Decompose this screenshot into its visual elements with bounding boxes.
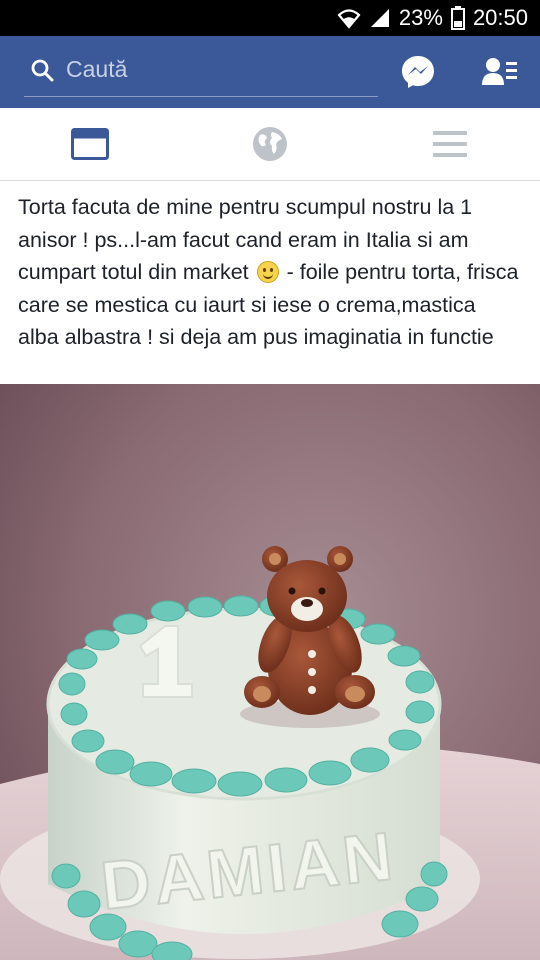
tab-menu[interactable] xyxy=(360,108,540,180)
news-feed-icon xyxy=(71,128,109,160)
friend-requests-button[interactable] xyxy=(482,56,518,88)
search-bar[interactable]: Caută xyxy=(24,46,378,97)
cake-photo: 1 DAMIAN xyxy=(0,384,540,960)
status-bar: 23% 20:50 xyxy=(0,0,540,36)
signal-icon xyxy=(370,9,389,27)
post-photo[interactable]: 1 DAMIAN xyxy=(0,384,540,960)
post-body: Torta facuta de mine pentru scumpul nost… xyxy=(0,181,540,384)
messenger-icon xyxy=(402,56,434,88)
facebook-header: Caută xyxy=(0,36,540,108)
smiley-emoji-icon xyxy=(256,261,279,283)
wifi-icon xyxy=(337,9,361,29)
hamburger-menu-icon xyxy=(433,131,467,157)
battery-percent: 23% xyxy=(398,5,443,30)
tab-bar xyxy=(0,108,540,181)
messenger-button[interactable] xyxy=(400,54,436,90)
tab-news-feed[interactable] xyxy=(0,108,180,180)
battery-icon xyxy=(450,6,465,30)
clock: 20:50 xyxy=(472,5,528,30)
search-icon xyxy=(31,59,54,82)
globe-icon xyxy=(253,127,287,161)
search-placeholder: Caută xyxy=(66,56,128,82)
friends-icon xyxy=(482,58,517,85)
tab-notifications[interactable] xyxy=(180,108,360,180)
post-text: Torta facuta de mine pentru scumpul nost… xyxy=(0,181,540,354)
